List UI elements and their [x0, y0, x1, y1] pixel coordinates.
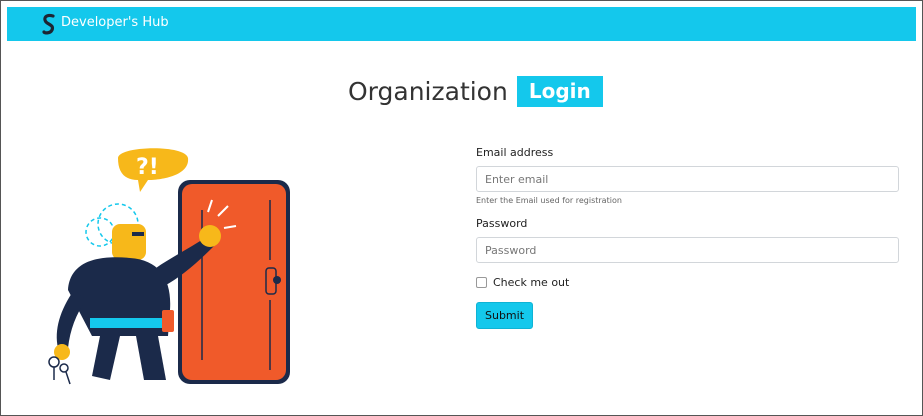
login-form: Email address Enter the Email used for r…	[476, 146, 899, 329]
password-label: Password	[476, 217, 528, 230]
password-field[interactable]	[476, 237, 899, 263]
belt	[90, 318, 172, 328]
character-head	[112, 224, 146, 260]
remember-label[interactable]: Check me out	[493, 276, 569, 289]
page-title: Organization Login	[348, 73, 603, 109]
remember-checkbox[interactable]	[476, 277, 487, 288]
remember-row[interactable]: Check me out	[476, 276, 899, 289]
locked-door-illustration: ?!	[48, 148, 290, 385]
s-logo-icon[interactable]	[42, 13, 56, 35]
login-badge: Login	[516, 75, 603, 107]
knocking-fist	[199, 225, 221, 247]
top-navbar: Developer's Hub	[7, 7, 916, 41]
keys-icon	[48, 356, 71, 385]
email-label: Email address	[476, 146, 554, 159]
speech-bubble-text: ?!	[136, 155, 159, 180]
brand-name[interactable]: Developer's Hub	[61, 15, 169, 30]
page-title-text: Organization	[348, 76, 508, 106]
email-field[interactable]	[476, 166, 899, 192]
email-help-text: Enter the Email used for registration	[476, 196, 622, 205]
submit-button[interactable]: Submit	[476, 302, 534, 329]
